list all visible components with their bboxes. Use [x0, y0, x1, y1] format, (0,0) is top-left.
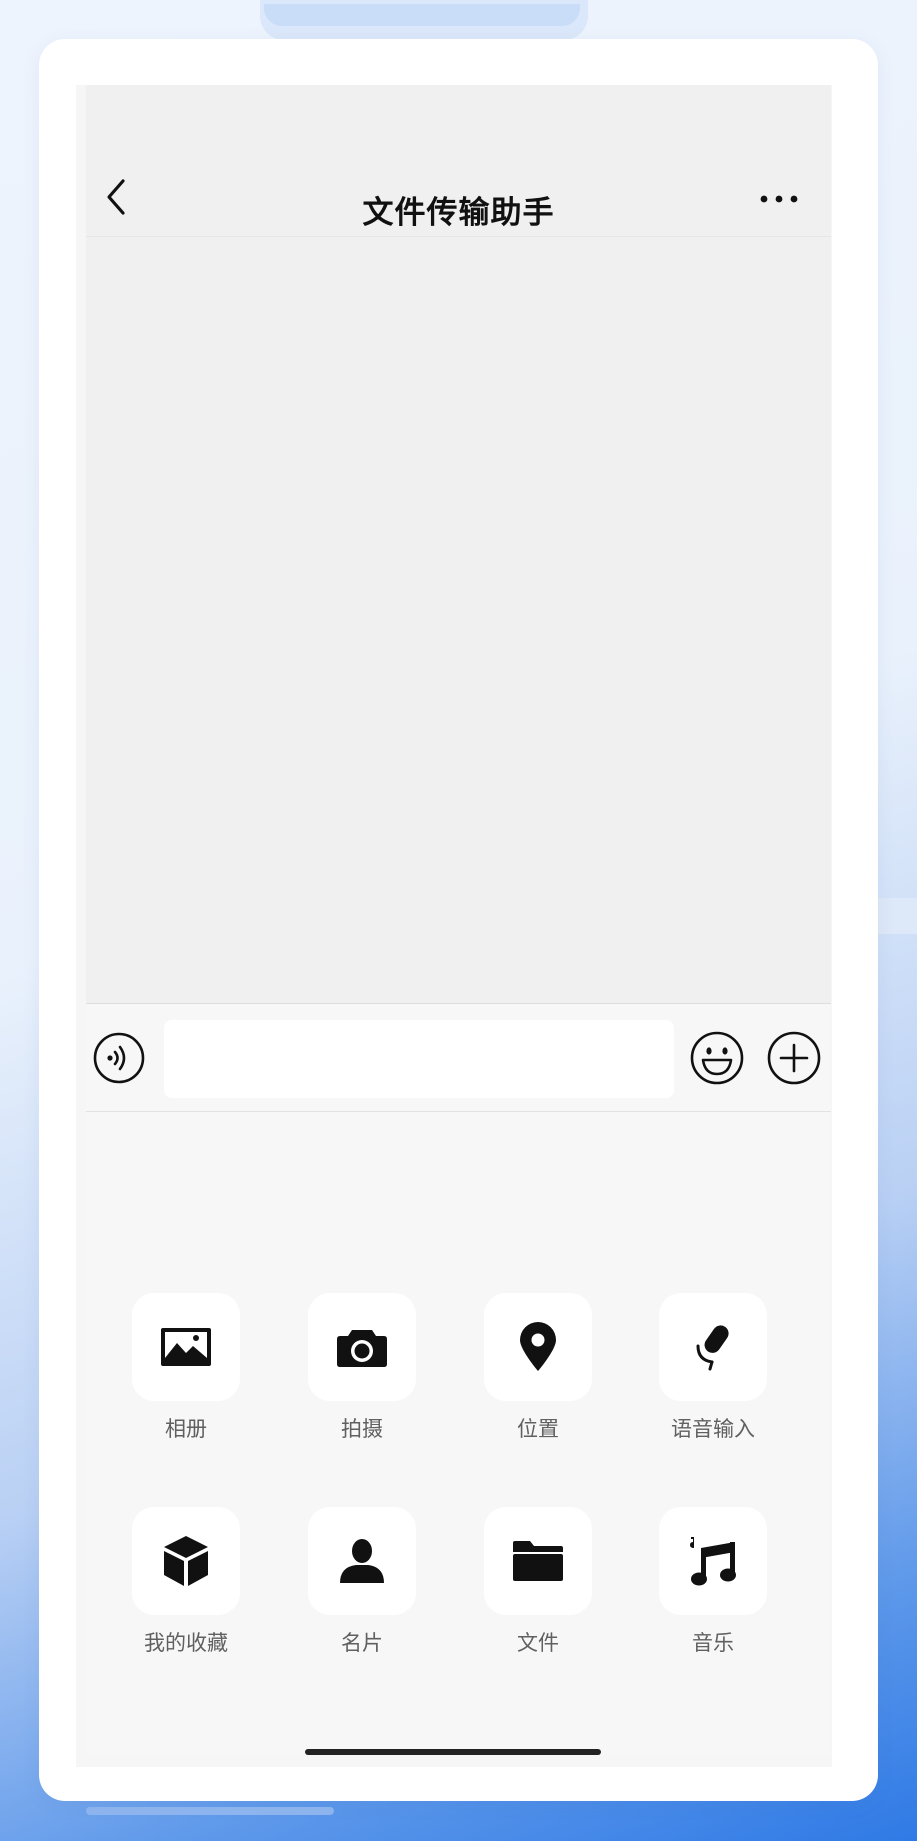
more-button[interactable] [756, 179, 802, 219]
photo-album-icon [161, 1328, 211, 1366]
action-label: 文件 [517, 1631, 559, 1655]
action-camera[interactable]: 拍摄 [292, 1293, 432, 1443]
action-label: 相册 [165, 1417, 207, 1441]
action-label: 我的收藏 [144, 1631, 228, 1655]
action-music[interactable]: 音乐 [643, 1507, 783, 1657]
background-decoration [876, 898, 917, 934]
microphone-icon [696, 1325, 729, 1371]
voice-icon[interactable] [93, 1032, 145, 1084]
action-voice-input[interactable]: 语音输入 [643, 1293, 783, 1443]
plus-circle-icon[interactable] [766, 1030, 822, 1086]
folder-icon [513, 1541, 563, 1581]
action-label: 语音输入 [671, 1417, 755, 1441]
action-label: 拍摄 [341, 1417, 383, 1441]
phone-frame: 文件传输助手 相册 拍摄 位置 语音输入 我的收藏 名片 文件 音乐 [76, 85, 832, 1767]
emoji-icon[interactable] [689, 1030, 745, 1086]
action-file[interactable]: 文件 [468, 1507, 608, 1657]
chat-screen: 文件传输助手 相册 拍摄 位置 语音输入 我的收藏 名片 文件 音乐 [86, 85, 831, 1755]
location-pin-icon [520, 1322, 556, 1371]
action-favorites[interactable]: 我的收藏 [116, 1507, 256, 1657]
action-label: 位置 [517, 1417, 559, 1441]
nav-header: 文件传输助手 [86, 85, 831, 237]
background-decoration [264, 4, 580, 26]
more-actions-panel: 相册 拍摄 位置 语音输入 我的收藏 名片 文件 音乐 [86, 1112, 831, 1755]
contact-card-icon [340, 1539, 384, 1583]
message-list[interactable] [86, 237, 831, 1002]
action-photo-album[interactable]: 相册 [116, 1293, 256, 1443]
camera-icon [337, 1330, 387, 1367]
page-title: 文件传输助手 [362, 195, 555, 231]
favorites-box-icon [164, 1536, 208, 1586]
action-label: 音乐 [692, 1631, 734, 1655]
background-decoration [86, 1807, 334, 1815]
message-input[interactable] [164, 1020, 674, 1098]
home-indicator[interactable] [305, 1749, 601, 1755]
music-note-icon [690, 1537, 736, 1586]
input-bar [86, 1003, 831, 1112]
action-contact-card[interactable]: 名片 [292, 1507, 432, 1657]
more-dots-icon [760, 195, 798, 203]
action-location[interactable]: 位置 [468, 1293, 608, 1443]
action-label: 名片 [341, 1631, 383, 1655]
